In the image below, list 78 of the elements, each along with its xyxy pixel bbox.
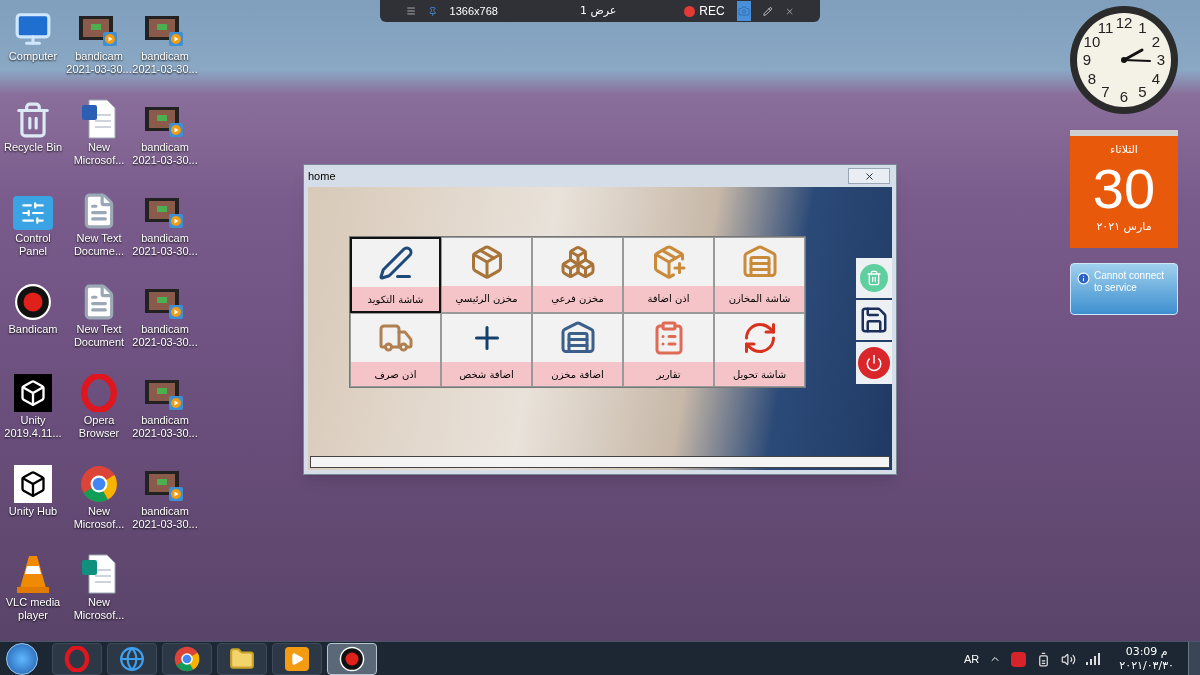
taskbar-app[interactable]	[162, 643, 212, 675]
control-panel-icon	[13, 196, 53, 230]
clock-numeral: 3	[1156, 51, 1166, 68]
folder-icon	[229, 646, 255, 672]
signal-icon[interactable]	[1086, 653, 1102, 665]
circle-logo-icon	[174, 646, 200, 672]
document-icon	[81, 554, 117, 594]
cube-icon	[14, 465, 52, 503]
menu-tile[interactable]: اضافة مخزن	[532, 313, 623, 387]
menu-tile[interactable]: اذن اضافة	[623, 237, 714, 313]
warehouse-icon	[741, 244, 778, 280]
volume-icon[interactable]	[1061, 651, 1077, 667]
menu-tile[interactable]: تقارير	[623, 313, 714, 387]
document-icon	[81, 99, 117, 139]
record-icon	[14, 283, 52, 321]
clock-numeral: 8	[1087, 69, 1097, 87]
day-number: 30	[1092, 158, 1156, 219]
weather-message: Cannot connect to service	[1094, 270, 1166, 294]
trash-can-icon	[860, 264, 888, 292]
video-file-icon	[79, 14, 119, 48]
language-indicator[interactable]: AR	[964, 650, 980, 668]
video-file-icon	[145, 196, 185, 230]
play-icon	[285, 647, 309, 671]
info-icon	[1077, 272, 1090, 285]
taskbar-app[interactable]	[327, 643, 377, 675]
weekday-label: الثلاثاء	[1110, 142, 1138, 158]
clock-numeral: 6	[1119, 88, 1129, 105]
boxes-icon	[559, 244, 596, 280]
pencil-icon[interactable]	[763, 4, 773, 18]
video-file-icon	[145, 287, 185, 321]
month-year-label: مارس ٢٠٢١	[1096, 218, 1152, 235]
menu-tile[interactable]: شاشة التكويد	[350, 237, 441, 313]
trash-can-icon	[14, 101, 52, 139]
resolution-label: 1366x768	[449, 3, 498, 19]
power-button[interactable]	[856, 342, 892, 384]
record-icon	[339, 646, 365, 672]
video-file-icon	[145, 105, 185, 139]
clock-hands	[1121, 48, 1151, 63]
menu-tile[interactable]: شاشة تحويل	[714, 313, 805, 387]
menu-tile[interactable]: مخزن الرئيسي	[441, 237, 532, 313]
ring-icon	[64, 646, 90, 672]
window-title: home	[308, 168, 336, 184]
cube-icon	[14, 374, 52, 412]
taskbar-app[interactable]	[272, 643, 322, 675]
clock-numeral: 7	[1101, 83, 1110, 101]
pen-icon	[377, 245, 414, 281]
display-label: عرض 1	[579, 2, 617, 19]
menu-tile[interactable]: مخزن فرعي	[532, 237, 623, 313]
power-icon	[858, 347, 890, 379]
circle-logo-icon	[80, 465, 118, 503]
taskbar-app[interactable]	[217, 643, 267, 675]
warehouse-icon	[559, 320, 596, 356]
camera-icon	[737, 5, 750, 17]
monitor-icon	[14, 10, 52, 48]
video-file-icon	[145, 14, 185, 48]
video-file-icon	[145, 378, 185, 412]
menu-tile[interactable]: شاشة المخازن	[714, 237, 805, 313]
clock-numeral: 9	[1082, 51, 1092, 68]
clock-numeral: 2	[1151, 32, 1161, 50]
close-icon	[863, 170, 875, 182]
screenshot-button[interactable]	[736, 1, 752, 21]
clock-numeral: 5	[1138, 83, 1147, 101]
clock-numeral: 1	[1138, 18, 1147, 36]
save-button[interactable]	[856, 300, 892, 340]
menu-icon[interactable]	[406, 4, 417, 18]
taskbar-clock[interactable]: 03:09 م ٢٠٢١/٠٣/٣٠	[1119, 645, 1174, 673]
pin-icon[interactable]	[428, 4, 438, 18]
video-file-icon	[145, 469, 185, 503]
menu-tile[interactable]: اضافة شخص	[441, 313, 532, 387]
start-button[interactable]	[6, 643, 38, 675]
record-button[interactable]: REC	[684, 2, 725, 20]
globe-icon	[119, 646, 145, 672]
ring-icon	[80, 374, 118, 412]
menu-tile[interactable]: اذن صرف	[350, 313, 441, 387]
antivirus-icon[interactable]	[1011, 651, 1027, 667]
clock-numeral: 4	[1151, 69, 1161, 87]
clock-numeral: 12	[1115, 14, 1133, 31]
traffic-cone-icon	[16, 554, 50, 594]
